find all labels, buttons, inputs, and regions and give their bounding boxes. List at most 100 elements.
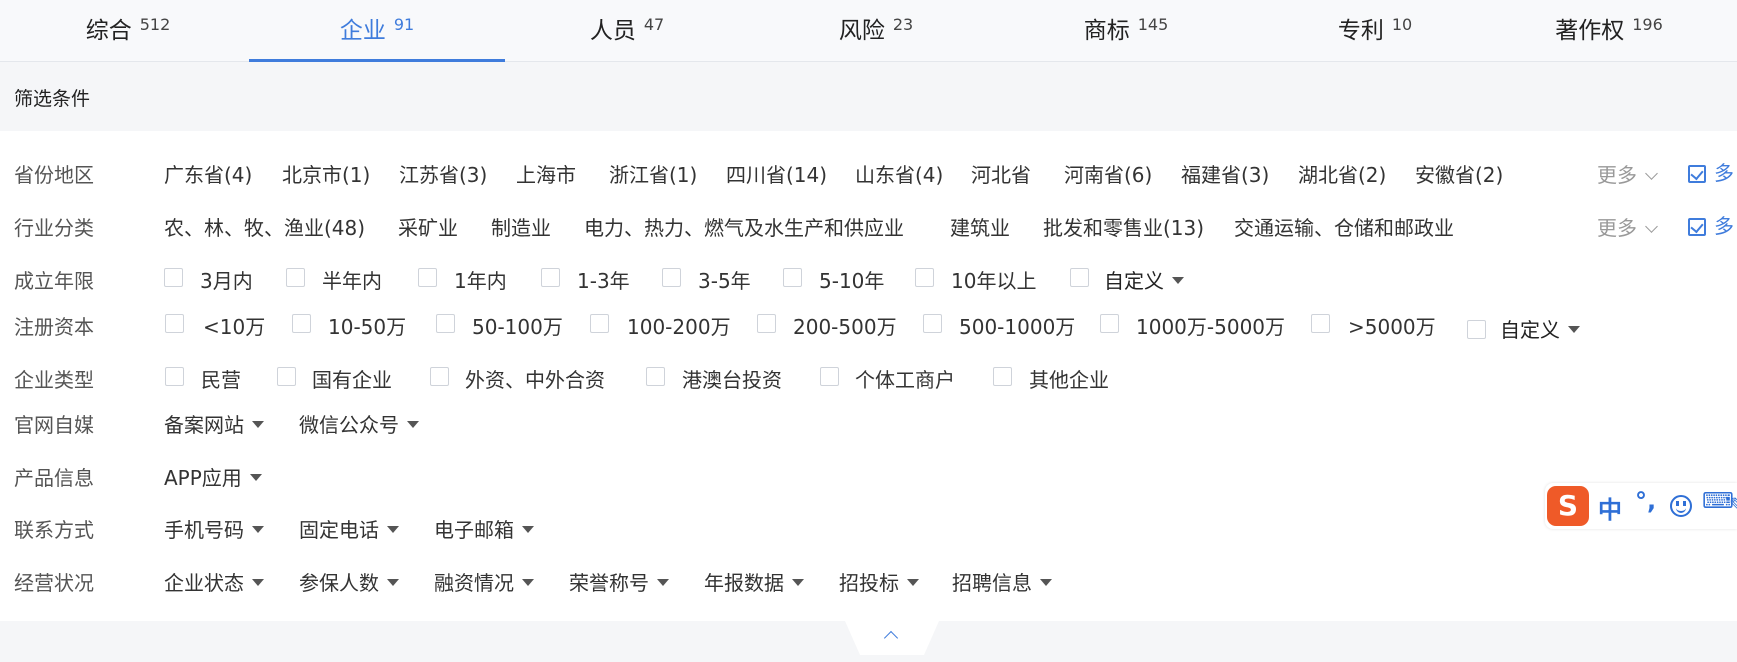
checkbox[interactable] (590, 314, 609, 333)
province-option[interactable]: 湖北省(2) (1298, 159, 1386, 188)
checkbox[interactable] (993, 367, 1012, 386)
tab-comprehensive[interactable]: 综合 512 (0, 0, 256, 62)
email-dropdown[interactable]: 电子邮箱 (434, 514, 534, 543)
capital-option[interactable]: 50-100万 (472, 311, 563, 340)
mobile-dropdown[interactable]: 手机号码 (164, 514, 264, 543)
checkbox[interactable] (277, 367, 296, 386)
capital-option[interactable]: <10万 (203, 311, 265, 340)
company-type-option[interactable]: 民营 (201, 364, 241, 393)
capital-option[interactable]: >5000万 (1348, 311, 1436, 340)
capital-option[interactable]: 100-200万 (627, 311, 731, 340)
more-button[interactable]: 更多 (1597, 212, 1658, 241)
province-option[interactable]: 浙江省(1) (609, 159, 697, 188)
checkbox[interactable] (541, 268, 560, 287)
province-option[interactable]: 江苏省(3) (399, 159, 487, 188)
industry-option[interactable]: 农、林、牧、渔业(48) (164, 212, 365, 241)
province-option[interactable]: 河北省 (971, 159, 1031, 188)
checkbox[interactable] (1070, 268, 1089, 287)
tab-company[interactable]: 企业 91 (249, 0, 505, 62)
industry-option[interactable]: 批发和零售业(13) (1043, 212, 1204, 241)
established-option[interactable]: 1-3年 (577, 265, 630, 294)
checkbox[interactable] (436, 314, 455, 333)
landline-dropdown[interactable]: 固定电话 (299, 514, 399, 543)
province-option[interactable]: 福建省(3) (1181, 159, 1269, 188)
filter-title: 筛选条件 (14, 88, 91, 110)
checkbox[interactable] (820, 367, 839, 386)
row-label: 官网自媒 (14, 413, 94, 437)
more-button[interactable]: 更多 (1597, 159, 1658, 188)
province-option[interactable]: 河南省(6) (1064, 159, 1152, 188)
province-option[interactable]: 广东省(4) (164, 159, 252, 188)
checkbox[interactable] (286, 268, 305, 287)
tab-risk[interactable]: 风险 23 (748, 0, 1004, 62)
row-label: 企业类型 (14, 368, 94, 392)
ime-toolbar[interactable]: S 中 °, ⌨ ✎ (1545, 483, 1737, 529)
established-option[interactable]: 10年以上 (951, 265, 1036, 294)
ime-mode-toggle[interactable]: 中 (1598, 490, 1622, 525)
insured-dropdown[interactable]: 参保人数 (299, 567, 399, 596)
province-option[interactable]: 安徽省(2) (1415, 159, 1503, 188)
industry-option[interactable]: 电力、热力、燃气及水生产和供应业 (584, 212, 904, 241)
website-dropdown[interactable]: 备案网站 (164, 409, 264, 438)
sogou-logo-icon[interactable]: S (1547, 486, 1589, 526)
established-option[interactable]: 5-10年 (819, 265, 884, 294)
checkbox[interactable] (1100, 314, 1119, 333)
checkbox[interactable] (1311, 314, 1330, 333)
ime-punctuation-toggle[interactable]: °, (1635, 487, 1656, 515)
industry-option[interactable]: 建筑业 (950, 212, 1010, 241)
province-option[interactable]: 北京市(1) (282, 159, 370, 188)
checkbox[interactable] (430, 367, 449, 386)
checkbox[interactable] (757, 314, 776, 333)
checkbox[interactable] (662, 268, 681, 287)
industry-option[interactable]: 交通运输、仓储和邮政业 (1234, 212, 1454, 241)
custom-dropdown[interactable]: 自定义 (1104, 265, 1184, 294)
company-type-option[interactable]: 国有企业 (312, 364, 392, 393)
capital-option[interactable]: 10-50万 (328, 311, 406, 340)
caret-down-icon (1568, 326, 1580, 333)
status-dropdown[interactable]: 企业状态 (164, 567, 264, 596)
checkbox[interactable] (1467, 320, 1486, 339)
financing-dropdown[interactable]: 融资情况 (434, 567, 534, 596)
company-type-option[interactable]: 其他企业 (1029, 364, 1109, 393)
checkbox[interactable] (165, 367, 184, 386)
checkbox[interactable] (165, 314, 184, 333)
company-type-option[interactable]: 个体工商户 (855, 364, 955, 393)
checkbox[interactable] (923, 314, 942, 333)
capital-option[interactable]: 500-1000万 (959, 311, 1075, 340)
app-dropdown[interactable]: APP应用 (164, 462, 262, 491)
industry-option[interactable]: 采矿业 (398, 212, 458, 241)
pen-icon[interactable]: ✎ (1729, 493, 1737, 517)
established-option[interactable]: 3月内 (200, 265, 253, 294)
recruitment-dropdown[interactable]: 招聘信息 (952, 567, 1052, 596)
checkbox[interactable] (915, 268, 934, 287)
capital-option[interactable]: 200-500万 (793, 311, 897, 340)
company-type-option[interactable]: 港澳台投资 (682, 364, 782, 393)
tab-trademark[interactable]: 商标 145 (998, 0, 1254, 62)
honor-dropdown[interactable]: 荣誉称号 (569, 567, 669, 596)
checkbox[interactable] (646, 367, 665, 386)
bidding-dropdown[interactable]: 招投标 (839, 567, 919, 596)
checkbox[interactable] (783, 268, 802, 287)
multi-select-button[interactable]: 多 (1688, 157, 1734, 186)
established-option[interactable]: 1年内 (454, 265, 507, 294)
custom-dropdown[interactable]: 自定义 (1500, 314, 1580, 343)
collapse-filter-button[interactable] (845, 621, 939, 655)
company-type-option[interactable]: 外资、中外合资 (465, 364, 605, 393)
established-option[interactable]: 半年内 (322, 265, 382, 294)
industry-option[interactable]: 制造业 (491, 212, 551, 241)
capital-option[interactable]: 1000万-5000万 (1136, 311, 1285, 340)
province-option[interactable]: 上海市 (516, 159, 576, 188)
wechat-dropdown[interactable]: 微信公众号 (299, 409, 419, 438)
checkbox[interactable] (292, 314, 311, 333)
tab-patent[interactable]: 专利 10 (1247, 0, 1503, 62)
tab-person[interactable]: 人员 47 (499, 0, 755, 62)
province-option[interactable]: 山东省(4) (855, 159, 943, 188)
checkbox[interactable] (164, 268, 183, 287)
emoji-icon[interactable] (1670, 495, 1692, 517)
established-option[interactable]: 3-5年 (698, 265, 751, 294)
province-option[interactable]: 四川省(14) (726, 159, 827, 188)
multi-select-button[interactable]: 多 (1688, 210, 1734, 239)
tab-copyright[interactable]: 著作权 196 (1481, 0, 1737, 62)
annual-report-dropdown[interactable]: 年报数据 (704, 567, 804, 596)
checkbox[interactable] (418, 268, 437, 287)
